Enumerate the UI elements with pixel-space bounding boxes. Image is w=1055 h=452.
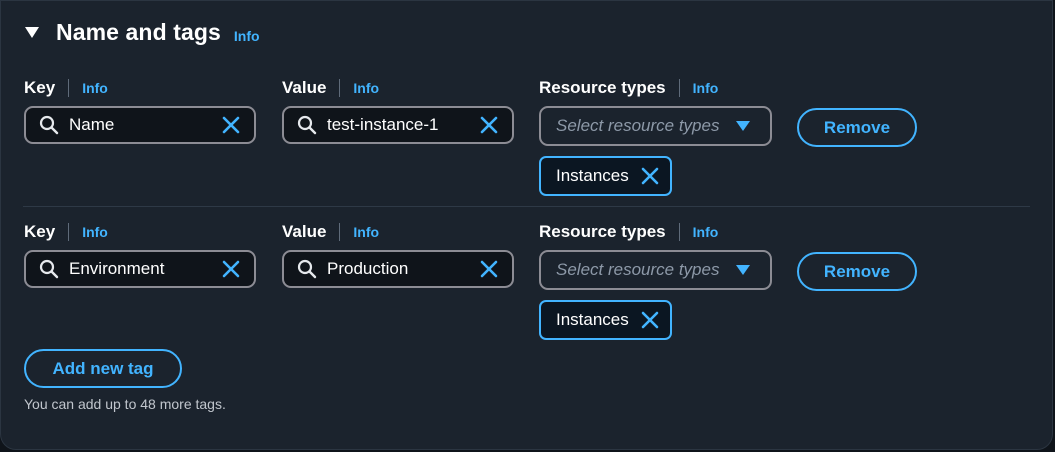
key-input[interactable]: Name: [24, 106, 256, 144]
caret-down-icon[interactable]: [25, 27, 39, 38]
token-remove-icon[interactable]: [639, 165, 661, 187]
resource-types-label-group: Resource types Info: [539, 221, 718, 243]
key-label-group: Key Info: [24, 221, 108, 243]
resource-types-label: Resource types: [539, 222, 666, 241]
resource-types-placeholder: Select resource types: [556, 116, 720, 135]
search-icon: [39, 259, 59, 279]
key-label-group: Key Info: [24, 77, 108, 99]
resource-type-token: Instances: [539, 156, 672, 196]
tags-limit-hint: You can add up to 48 more tags.: [24, 396, 226, 412]
value-info-link[interactable]: Info: [353, 224, 379, 240]
name-and-tags-panel: Name and tags Info Key Info Value Info R…: [0, 0, 1053, 450]
key-label: Key: [24, 78, 56, 97]
label-separator: [68, 79, 70, 97]
key-input[interactable]: Environment: [24, 250, 256, 288]
resource-types-select[interactable]: Select resource types: [539, 106, 772, 146]
label-separator: [68, 223, 70, 241]
resource-type-token-label: Instances: [556, 310, 629, 329]
key-info-link[interactable]: Info: [82, 80, 108, 96]
resource-type-token: Instances: [539, 300, 672, 340]
clear-icon[interactable]: [478, 114, 500, 136]
label-separator: [678, 79, 680, 97]
section-header[interactable]: Name and tags Info: [25, 19, 260, 46]
resource-types-placeholder: Select resource types: [556, 260, 720, 279]
resource-type-token-label: Instances: [556, 166, 629, 185]
value-label-group: Value Info: [282, 77, 379, 99]
resource-types-label: Resource types: [539, 78, 666, 97]
resource-types-info-link[interactable]: Info: [693, 80, 719, 96]
search-icon: [39, 115, 59, 135]
value-label-group: Value Info: [282, 221, 379, 243]
label-separator: [678, 223, 680, 241]
value-info-link[interactable]: Info: [353, 80, 379, 96]
key-info-link[interactable]: Info: [82, 224, 108, 240]
clear-icon[interactable]: [478, 258, 500, 280]
value-label: Value: [282, 222, 327, 241]
search-icon: [297, 259, 317, 279]
key-input-value[interactable]: Environment: [69, 259, 220, 279]
value-input-value[interactable]: Production: [327, 259, 478, 279]
label-separator: [339, 79, 341, 97]
clear-icon[interactable]: [220, 258, 242, 280]
value-label: Value: [282, 78, 327, 97]
dropdown-arrow-icon[interactable]: [736, 121, 750, 131]
token-remove-icon[interactable]: [639, 309, 661, 331]
label-separator: [339, 223, 341, 241]
search-icon: [297, 115, 317, 135]
add-new-tag-button[interactable]: Add new tag: [24, 349, 182, 388]
section-info-link[interactable]: Info: [234, 28, 260, 44]
value-input[interactable]: Production: [282, 250, 514, 288]
value-input-value[interactable]: test-instance-1: [327, 115, 478, 135]
resource-types-info-link[interactable]: Info: [693, 224, 719, 240]
key-input-value[interactable]: Name: [69, 115, 220, 135]
remove-tag-button[interactable]: Remove: [797, 108, 917, 147]
remove-tag-button[interactable]: Remove: [797, 252, 917, 291]
row-divider: [23, 206, 1030, 207]
key-label: Key: [24, 222, 56, 241]
resource-types-label-group: Resource types Info: [539, 77, 718, 99]
dropdown-arrow-icon[interactable]: [736, 265, 750, 275]
resource-types-select[interactable]: Select resource types: [539, 250, 772, 290]
section-title: Name and tags: [56, 19, 221, 45]
clear-icon[interactable]: [220, 114, 242, 136]
value-input[interactable]: test-instance-1: [282, 106, 514, 144]
